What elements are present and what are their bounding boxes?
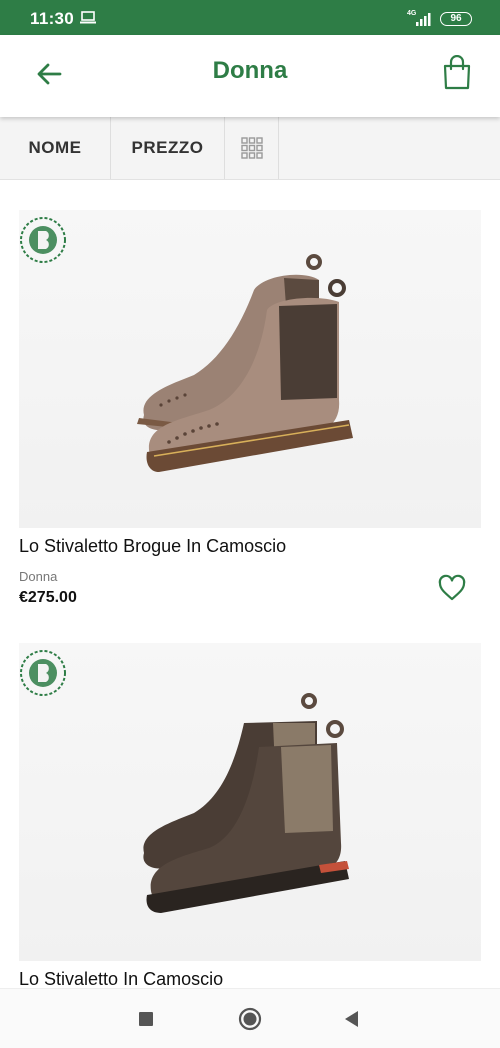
product-name[interactable]: Lo Stivaletto In Camoscio bbox=[19, 969, 223, 990]
product-image[interactable] bbox=[19, 210, 481, 528]
system-nav-bar bbox=[0, 988, 500, 1048]
sort-by-price-button[interactable]: PREZZO bbox=[111, 117, 225, 179]
network-type: 4G bbox=[407, 10, 417, 17]
product-card[interactable]: Lo Stivaletto In Camoscio bbox=[19, 643, 481, 990]
grid-view-button[interactable] bbox=[225, 117, 279, 179]
page-title: Donna bbox=[212, 57, 288, 84]
sort-bar: NOME PREZZO bbox=[0, 117, 500, 180]
app-bar: Donna bbox=[0, 35, 500, 117]
status-time: 11:30 bbox=[30, 9, 75, 28]
grid-view-icon bbox=[240, 137, 263, 159]
shopping-bag-icon[interactable] bbox=[441, 55, 473, 91]
circle-icon[interactable] bbox=[238, 1007, 262, 1031]
product-image[interactable] bbox=[19, 643, 481, 961]
battery-indicator: 96 bbox=[440, 12, 472, 26]
product-name[interactable]: Lo Stivaletto Brogue In Camoscio bbox=[19, 536, 286, 557]
status-bar: 11:30 4G 96 bbox=[0, 0, 500, 35]
product-card[interactable]: Lo Stivaletto Brogue In Camoscio Donna €… bbox=[19, 210, 481, 610]
sort-by-name-button[interactable]: NOME bbox=[0, 117, 111, 179]
triangle-back-icon[interactable] bbox=[340, 1007, 364, 1031]
heart-outline-icon[interactable] bbox=[437, 574, 467, 602]
square-icon[interactable] bbox=[134, 1007, 158, 1031]
laptop-icon bbox=[80, 11, 96, 24]
product-category: Donna bbox=[19, 569, 58, 584]
signal-icon bbox=[416, 13, 431, 26]
product-price: €275.00 bbox=[19, 589, 77, 606]
brogue-boots-image bbox=[137, 254, 353, 472]
chelsea-boots-image bbox=[143, 693, 349, 913]
